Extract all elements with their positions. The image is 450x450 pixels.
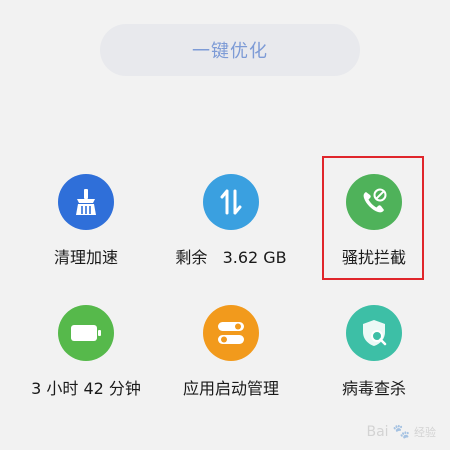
toggle-switches-icon <box>203 305 259 361</box>
tile-app-startup[interactable]: 应用启动管理 <box>161 305 301 415</box>
tile-storage[interactable]: 剩余 3.62 GB <box>161 174 301 284</box>
storage-arrows-icon <box>203 174 259 230</box>
tile-cleanup[interactable]: 清理加速 <box>16 174 156 284</box>
battery-icon <box>58 305 114 361</box>
tile-harassment-block[interactable]: 骚扰拦截 <box>304 174 444 284</box>
tile-cleanup-label: 清理加速 <box>53 248 118 267</box>
tile-battery-label: 3 小时 42 分钟 <box>31 379 141 398</box>
one-click-optimize-button[interactable]: 一键优化 <box>100 24 360 76</box>
watermark-brand: Bai <box>366 424 389 440</box>
watermark: Bai 🐾 经验 <box>366 424 436 440</box>
tile-storage-label: 剩余 3.62 GB <box>175 248 287 267</box>
tile-virus-scan[interactable]: 病毒查杀 <box>304 305 444 415</box>
tile-app-startup-label: 应用启动管理 <box>182 379 279 398</box>
phone-manager-screen: 一键优化 清理加速 剩余 3.62 GB 骚扰拦截 3 小时 42 分钟 应用启… <box>0 0 450 450</box>
tile-battery[interactable]: 3 小时 42 分钟 <box>16 305 156 415</box>
tile-virus-scan-label: 病毒查杀 <box>341 379 406 398</box>
watermark-suffix: 经验 <box>414 426 436 439</box>
call-block-icon <box>346 174 402 230</box>
broom-icon <box>58 174 114 230</box>
paw-icon: 🐾 <box>392 424 410 440</box>
tile-harassment-block-label: 骚扰拦截 <box>341 248 406 267</box>
shield-search-icon <box>346 305 402 361</box>
